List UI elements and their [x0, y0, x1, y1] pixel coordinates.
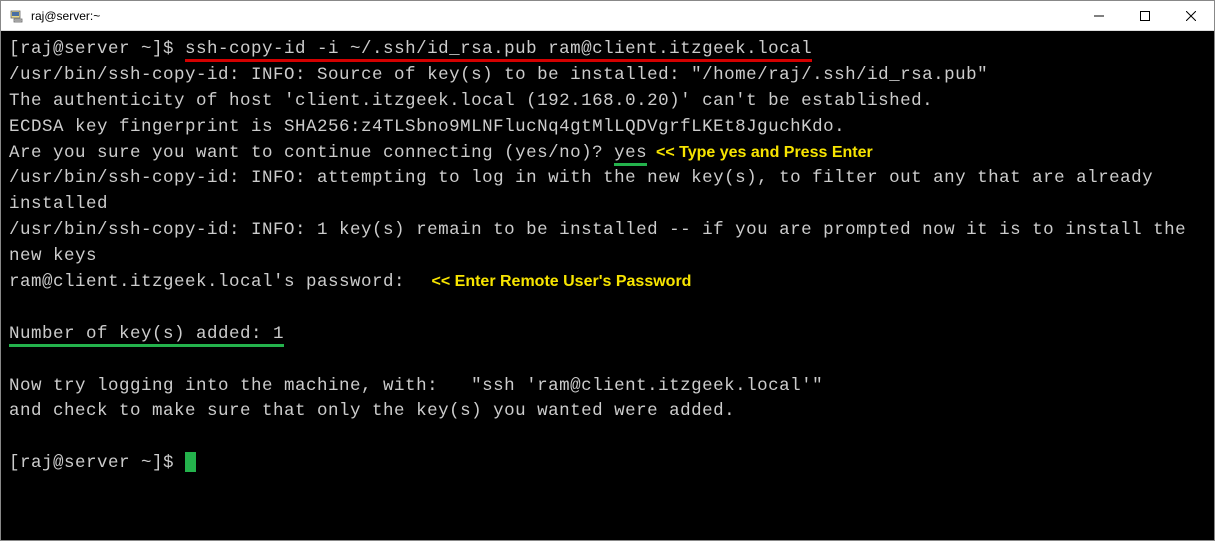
- user-answer-yes: yes: [614, 143, 647, 166]
- annotation-password: << Enter Remote User's Password: [427, 273, 691, 290]
- blank-line: [9, 348, 1206, 374]
- window-title: raj@server:~: [31, 9, 1076, 23]
- password-prompt: ram@client.itzgeek.local's password:: [9, 272, 427, 292]
- password-line: ram@client.itzgeek.local's password: << …: [9, 270, 1206, 296]
- terminal-body[interactable]: [raj@server ~]$ ssh-copy-id -i ~/.ssh/id…: [1, 31, 1214, 540]
- output-line: The authenticity of host 'client.itzgeek…: [9, 89, 1206, 115]
- minimize-button[interactable]: [1076, 1, 1122, 30]
- prompt-text: [raj@server ~]$: [9, 453, 185, 473]
- keys-added-line: Number of key(s) added: 1: [9, 322, 1206, 348]
- titlebar[interactable]: raj@server:~: [1, 1, 1214, 31]
- blank-line: [9, 425, 1206, 451]
- maximize-button[interactable]: [1122, 1, 1168, 30]
- confirm-prompt: Are you sure you want to continue connec…: [9, 143, 614, 163]
- close-button[interactable]: [1168, 1, 1214, 30]
- output-line: ECDSA key fingerprint is SHA256:z4TLSbno…: [9, 115, 1206, 141]
- putty-icon: [9, 8, 25, 24]
- prompt-line-2: [raj@server ~]$: [9, 451, 1206, 477]
- output-line: /usr/bin/ssh-copy-id: INFO: 1 key(s) rem…: [9, 218, 1206, 270]
- entered-command: ssh-copy-id -i ~/.ssh/id_rsa.pub ram@cli…: [185, 39, 812, 62]
- output-line: Now try logging into the machine, with: …: [9, 374, 1206, 400]
- prompt-text: [raj@server ~]$: [9, 39, 185, 59]
- cursor-block: [185, 452, 196, 472]
- keys-added-text: Number of key(s) added: 1: [9, 324, 284, 347]
- window-controls: [1076, 1, 1214, 30]
- prompt-line-1: [raj@server ~]$ ssh-copy-id -i ~/.ssh/id…: [9, 37, 1206, 63]
- output-line: /usr/bin/ssh-copy-id: INFO: attempting t…: [9, 166, 1206, 218]
- output-line: and check to make sure that only the key…: [9, 399, 1206, 425]
- annotation-yes: << Type yes and Press Enter: [647, 144, 873, 161]
- blank-line: [9, 296, 1206, 322]
- confirm-line: Are you sure you want to continue connec…: [9, 141, 1206, 167]
- putty-window: raj@server:~ [raj@server ~]$ ssh-copy-id…: [0, 0, 1215, 541]
- output-line: /usr/bin/ssh-copy-id: INFO: Source of ke…: [9, 63, 1206, 89]
